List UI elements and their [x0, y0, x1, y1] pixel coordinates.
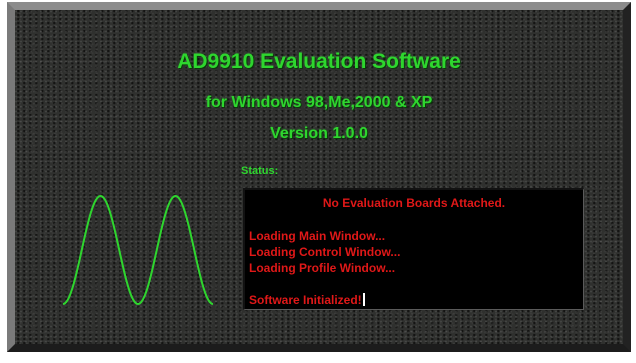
status-line-profile-window: Loading Profile Window...: [249, 261, 396, 275]
status-initialized-text: Software Initialized!: [249, 293, 362, 307]
status-log: No Evaluation Boards Attached. Loading M…: [243, 188, 584, 310]
app-subtitle: for Windows 98,Me,2000 & XP: [205, 94, 433, 111]
status-line-control-window: Loading Control Window...: [249, 245, 401, 259]
status-line-main-window: Loading Main Window...: [249, 229, 386, 243]
splash-window: AD9910 Evaluation Software for Windows 9…: [7, 2, 631, 352]
text-caret: [362, 293, 365, 306]
status-line-initialized: Software Initialized!: [249, 293, 365, 307]
app-version: Version 1.0.0: [270, 125, 368, 142]
status-heading: No Evaluation Boards Attached.: [322, 196, 506, 210]
status-label: Status:: [241, 165, 279, 177]
app-title: AD9910 Evaluation Software: [177, 50, 461, 73]
waveform-icon: [63, 194, 213, 306]
